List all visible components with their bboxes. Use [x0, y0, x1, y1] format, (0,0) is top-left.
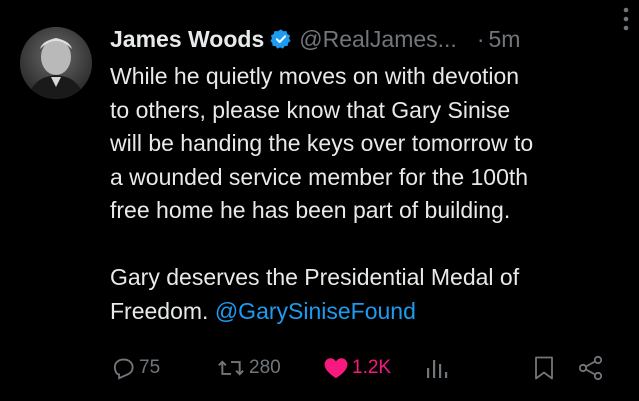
heart-icon: [324, 358, 348, 379]
repost-icon: [218, 360, 244, 376]
like-button[interactable]: 1.2K: [323, 353, 391, 383]
reply-count: 75: [139, 357, 161, 378]
bookmark-button[interactable]: [533, 353, 555, 383]
author-handle[interactable]: @RealJames...: [299, 26, 457, 53]
tweet-line-with-mention: Freedom. @GarySiniseFound: [110, 295, 625, 329]
author-display-name[interactable]: James Woods: [110, 26, 264, 53]
tweet-content: James Woods @RealJames... · 5m While he …: [110, 22, 625, 328]
views-button[interactable]: [424, 353, 448, 383]
tweet-header: James Woods @RealJames... · 5m: [110, 22, 625, 56]
tweet-text-fragment: Freedom.: [110, 297, 215, 324]
share-icon: [578, 355, 603, 381]
more-options-icon[interactable]: [619, 6, 633, 32]
bookmark-icon: [535, 356, 553, 380]
avatar[interactable]: [20, 27, 92, 99]
like-count: 1.2K: [352, 357, 392, 378]
tweet-line: to others, please know that Gary Sinise: [110, 96, 511, 123]
tweet-card[interactable]: James Woods @RealJames... · 5m While he …: [0, 0, 639, 401]
tweet-text: While he quietly moves on with devotion …: [110, 60, 625, 328]
avatar-image: [20, 27, 92, 99]
repost-count: 280: [249, 357, 281, 378]
header-separator: ·: [476, 25, 485, 52]
reply-icon: [113, 358, 134, 380]
tweet-line: will be handing the keys over tomorrow t…: [110, 130, 534, 156]
reply-button[interactable]: 75: [110, 353, 160, 383]
tweet-line: Gary deserves the Presidential Medal of: [110, 264, 520, 290]
verified-badge-icon: [270, 28, 292, 50]
tweet-timestamp[interactable]: 5m: [489, 26, 521, 53]
action-bar: 75 280 1.2K: [108, 353, 613, 383]
views-icon: [427, 360, 448, 378]
mention-link[interactable]: @GarySiniseFound: [215, 298, 416, 324]
repost-button[interactable]: 280: [216, 353, 281, 383]
tweet-line: a wounded service member for the 100th: [110, 163, 529, 190]
share-button[interactable]: [578, 353, 604, 383]
tweet-line: free home he has been part of building.: [110, 197, 511, 223]
tweet-line: While he quietly moves on with devotion: [110, 63, 520, 89]
